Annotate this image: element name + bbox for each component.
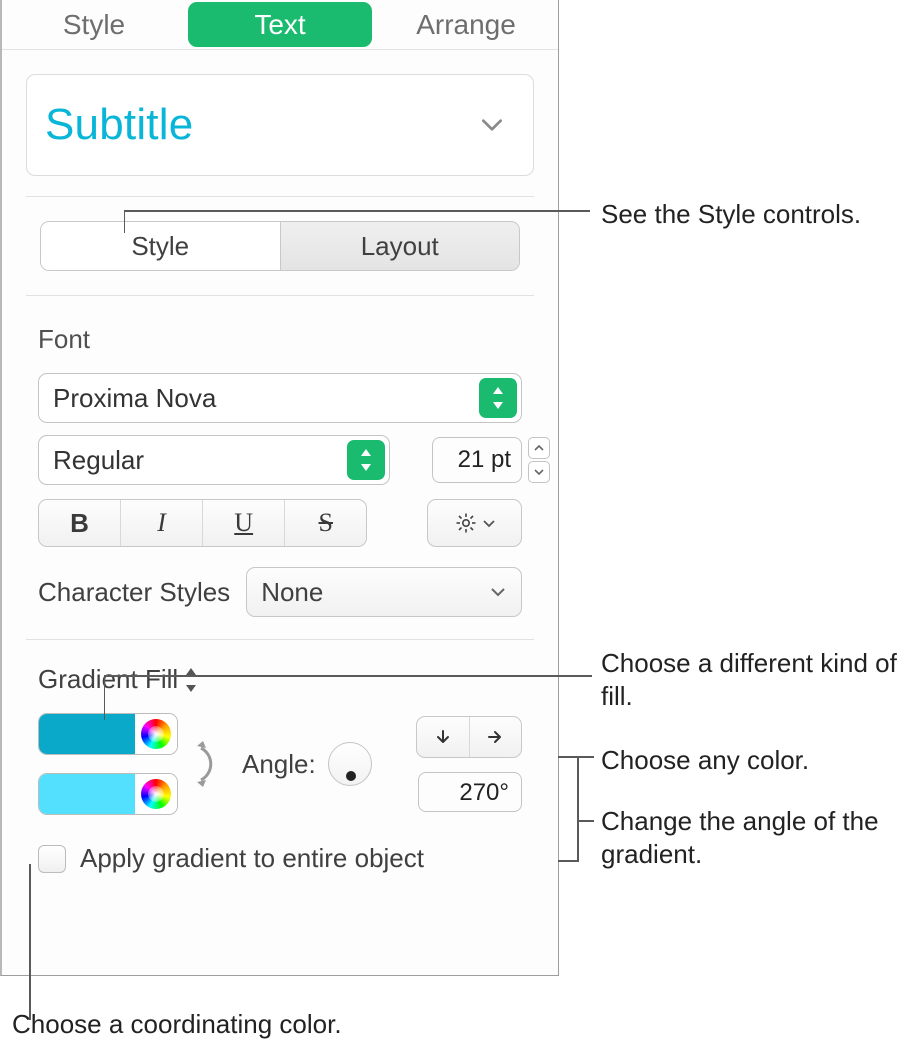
gradient-controls: Angle: 270° — [38, 713, 522, 815]
callout-angle: Change the angle of the gradient. — [601, 805, 901, 872]
divider — [26, 639, 534, 640]
tab-arrange[interactable]: Arrange — [374, 0, 558, 49]
chevron-down-icon — [479, 112, 505, 138]
swap-colors-button[interactable] — [186, 734, 230, 794]
updown-icon — [184, 668, 200, 692]
angle-right-button[interactable] — [470, 717, 522, 757]
character-styles-select[interactable]: None — [246, 567, 522, 617]
angle-dial[interactable] — [328, 742, 372, 786]
tab-style[interactable]: Style — [2, 0, 186, 49]
callout-style-controls: See the Style controls. — [601, 198, 861, 231]
apply-gradient-label: Apply gradient to entire object — [80, 843, 424, 874]
advanced-options-button[interactable] — [427, 499, 522, 547]
paragraph-style-dropdown[interactable]: Subtitle — [26, 74, 534, 176]
color-swatch-2[interactable] — [39, 774, 135, 814]
fill-type-label: Gradient Fill — [38, 664, 178, 695]
fill-type-select[interactable]: Gradient Fill — [38, 664, 522, 695]
chevron-down-icon — [489, 583, 507, 601]
angle-field[interactable]: 270° — [418, 772, 522, 812]
text-style-group: B I U S — [38, 499, 367, 547]
chevron-down-icon — [482, 516, 496, 530]
callout-any-color: Choose any color. — [601, 744, 809, 777]
character-styles-label: Character Styles — [38, 577, 230, 608]
inspector-panel: Style Text Arrange Subtitle Style Layout… — [0, 0, 559, 976]
divider — [26, 295, 534, 296]
font-weight-value: Regular — [53, 445, 144, 476]
gradient-color-1[interactable] — [38, 713, 178, 755]
subtab-style[interactable]: Style — [41, 222, 281, 270]
font-family-select[interactable]: Proxima Nova — [38, 373, 522, 423]
color-wheel-button-1[interactable] — [135, 714, 177, 754]
callout-fill-kind: Choose a different kind of fill. — [601, 647, 910, 714]
paragraph-style-value: Subtitle — [45, 100, 193, 150]
angle-down-button[interactable] — [417, 717, 470, 757]
font-size-stepper: 21 pt — [432, 437, 550, 483]
italic-button[interactable]: I — [121, 500, 203, 546]
arrow-down-icon — [434, 728, 452, 746]
color-wheel-button-2[interactable] — [135, 774, 177, 814]
apply-gradient-checkbox[interactable] — [38, 845, 66, 873]
font-size-down[interactable] — [528, 461, 550, 483]
font-size-up[interactable] — [528, 437, 550, 459]
strikethrough-button[interactable]: S — [285, 500, 366, 546]
angle-label: Angle: — [242, 749, 316, 780]
tab-text[interactable]: Text — [188, 2, 372, 47]
select-stepper-icon — [479, 378, 517, 418]
arrow-right-icon — [486, 728, 504, 746]
gradient-color-2[interactable] — [38, 773, 178, 815]
font-weight-select[interactable]: Regular — [38, 435, 390, 485]
subtab-layout[interactable]: Layout — [281, 222, 520, 270]
top-tabs: Style Text Arrange — [2, 0, 558, 50]
select-stepper-icon — [347, 440, 385, 480]
color-wheel-icon — [141, 779, 171, 809]
angle-presets — [416, 716, 522, 758]
font-family-value: Proxima Nova — [53, 383, 216, 414]
font-section-label: Font — [38, 324, 558, 355]
underline-button[interactable]: U — [203, 500, 285, 546]
bold-button[interactable]: B — [39, 500, 121, 546]
color-wheel-icon — [141, 719, 171, 749]
character-styles-value: None — [261, 577, 323, 608]
text-subtabs: Style Layout — [40, 221, 520, 271]
font-size-field[interactable]: 21 pt — [432, 437, 522, 483]
color-swatch-1[interactable] — [39, 714, 135, 754]
divider — [26, 196, 534, 197]
callout-coord-color: Choose a coordinating color. — [12, 1008, 342, 1041]
gear-icon — [454, 511, 478, 535]
